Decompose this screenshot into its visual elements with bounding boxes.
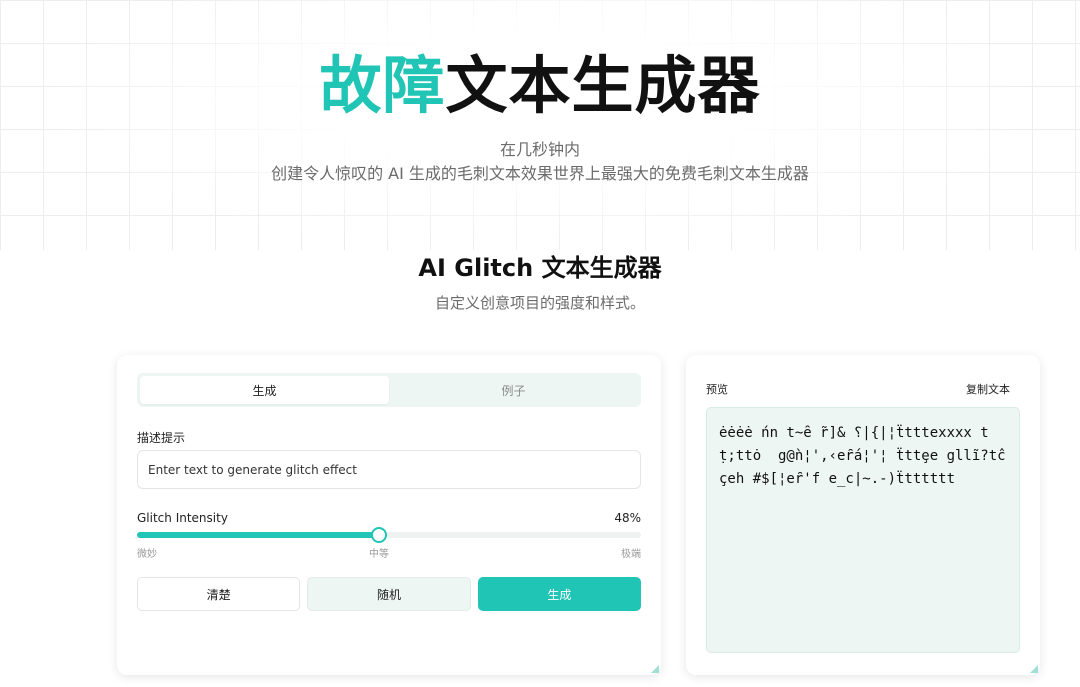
preview-card: 预览 复制文本 ėėėė ńn t̴ȇ r̃]& ⸮|{|¦ẗtttexxxx …	[686, 355, 1040, 675]
tick-extreme: 极端	[621, 549, 641, 560]
intensity-slider-handle[interactable]	[370, 527, 387, 543]
section-title: AI Glitch 文本生成器	[418, 254, 662, 282]
prompt-label: 描述提示	[137, 431, 186, 445]
intensity-slider[interactable]	[137, 527, 641, 543]
section-subtitle: 自定义创意项目的强度和样式。	[434, 294, 645, 312]
generator-card: 生成 例子 描述提示 Glitch Intensity 48% 微妙 中等 极端…	[117, 355, 661, 675]
tick-subtle: 微妙	[137, 549, 157, 560]
prompt-input[interactable]	[137, 450, 641, 489]
page-title: 故障文本生成器	[0, 48, 1080, 124]
page-title-accent: 故障	[319, 49, 446, 122]
resize-corner	[651, 665, 659, 673]
hero-subtitle-line2: 创建令人惊叹的 AI 生成的毛刺文本效果世界上最强大的免费毛刺文本生成器	[271, 164, 809, 183]
hero: 故障文本生成器 在几秒钟内 创建令人惊叹的 AI 生成的毛刺文本效果世界上最强大…	[0, 48, 1080, 186]
tab-bar: 生成 例子	[137, 373, 641, 407]
tick-medium: 中等	[369, 549, 389, 560]
copy-text-button[interactable]: 复制文本	[966, 381, 1010, 397]
intensity-slider-fill	[137, 532, 379, 538]
hero-subtitle-line1: 在几秒钟内	[499, 140, 580, 159]
page-title-rest: 文本生成器	[445, 49, 761, 122]
intensity-label: Glitch Intensity	[137, 511, 228, 525]
preview-output: ėėėė ńn t̴ȇ r̃]& ⸮|{|¦ẗtttexxxx t ṭ;ttȯ …	[706, 407, 1020, 653]
action-buttons: 清楚 随机 生成	[137, 577, 641, 611]
tab-examples[interactable]: 例子	[389, 376, 638, 404]
generate-button[interactable]: 生成	[477, 577, 641, 611]
preview-label: 预览	[706, 383, 728, 396]
resize-corner	[1030, 665, 1038, 673]
tab-generate[interactable]: 生成	[140, 376, 389, 404]
intensity-value: 48%	[614, 511, 641, 525]
clear-button[interactable]: 清楚	[137, 577, 301, 611]
random-button[interactable]: 随机	[307, 577, 471, 611]
